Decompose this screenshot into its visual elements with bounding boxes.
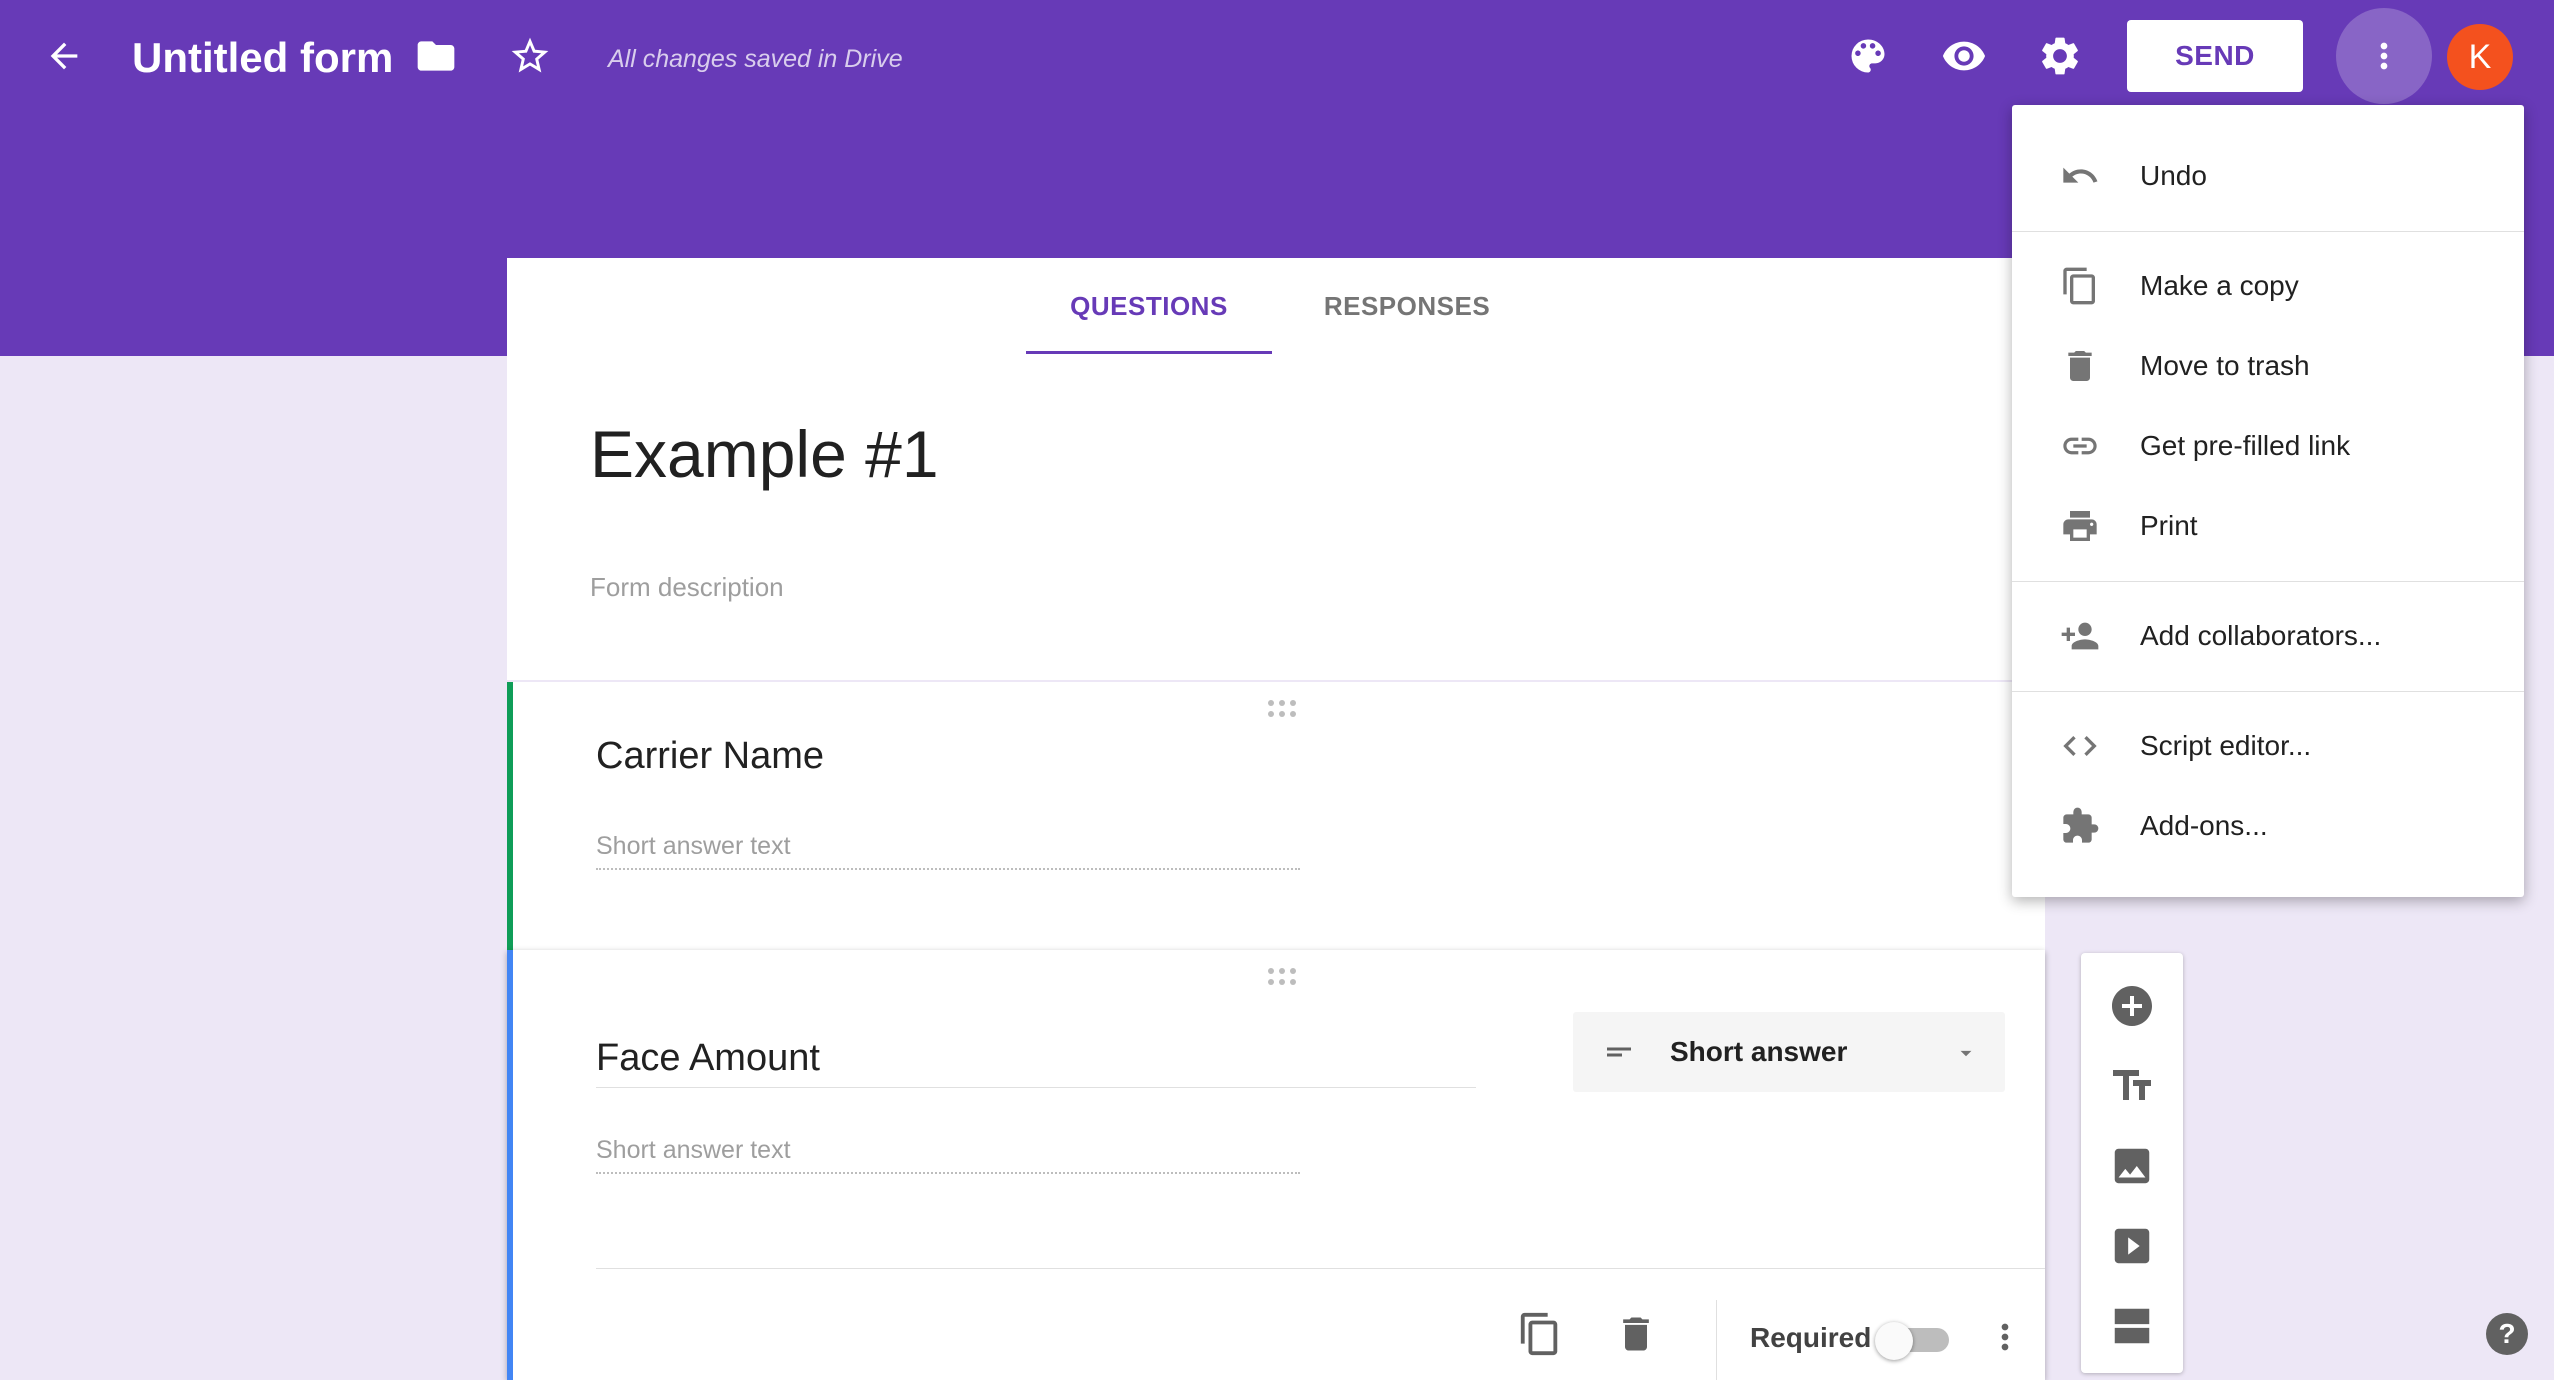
add-title-button[interactable]	[2104, 1058, 2160, 1114]
question-title-underline	[596, 1087, 1476, 1088]
question-more-button[interactable]	[1983, 1312, 2027, 1362]
title-text-icon	[2113, 1070, 2151, 1100]
menu-item-label: Get pre-filled link	[2140, 430, 2351, 461]
question-card-carrier-name[interactable]: Carrier Name Short answer text	[507, 682, 2045, 950]
print-icon	[2063, 511, 2097, 541]
add-person-icon	[2061, 622, 2099, 650]
image-icon	[2114, 1148, 2150, 1184]
link-icon	[2063, 437, 2097, 455]
drag-handle[interactable]	[1268, 968, 1296, 985]
theme-button[interactable]	[1840, 28, 1896, 84]
tabs-bar: QUESTIONS RESPONSES	[507, 258, 2045, 355]
short-answer-placeholder: Short answer text	[596, 1134, 1300, 1174]
required-label: Required	[1750, 1322, 1872, 1353]
more-options-button[interactable]	[2336, 8, 2432, 104]
trash-icon	[1623, 1317, 1649, 1351]
short-answer-placeholder: Short answer text	[596, 830, 1300, 870]
question-type-select[interactable]: Short answer	[1573, 1012, 2005, 1092]
palette-icon	[1851, 39, 1885, 73]
star-icon	[511, 37, 549, 73]
chevron-down-icon	[1960, 1050, 1972, 1057]
question-footer-divider	[596, 1268, 2045, 1269]
video-icon	[2114, 1228, 2150, 1264]
form-header-card: Example #1 Form description	[507, 354, 2045, 680]
send-button[interactable]: SEND	[2127, 20, 2303, 92]
menu-divider	[2012, 231, 2524, 232]
menu-item-make-copy[interactable]: Make a copy	[2012, 247, 2524, 325]
section-icon	[2114, 1308, 2150, 1344]
preview-button[interactable]	[1936, 28, 1992, 84]
folder-icon	[417, 41, 455, 71]
folder-button[interactable]	[408, 28, 464, 84]
puzzle-icon	[2063, 807, 2099, 843]
menu-item-add-ons[interactable]: Add-ons...	[2012, 787, 2524, 865]
copy-icon	[1520, 1312, 1558, 1356]
add-section-button[interactable]	[2104, 1298, 2160, 1354]
delete-button[interactable]	[1608, 1306, 1664, 1362]
code-icon	[2063, 736, 2097, 756]
menu-item-move-to-trash[interactable]: Move to trash	[2012, 327, 2524, 405]
question-title-input[interactable]: Face Amount	[596, 1034, 820, 1082]
settings-button[interactable]	[2032, 28, 2088, 84]
menu-item-label: Print	[2140, 510, 2198, 541]
save-status: All changes saved in Drive	[608, 45, 903, 73]
tab-responses[interactable]: RESPONSES	[1297, 258, 1517, 354]
short-text-icon	[1607, 1047, 1631, 1057]
menu-divider	[2012, 581, 2524, 582]
form-title[interactable]: Example #1	[590, 414, 939, 494]
copy-icon	[2063, 267, 2095, 305]
trash-icon	[2068, 351, 2092, 381]
add-video-button[interactable]	[2104, 1218, 2160, 1274]
more-vert-icon	[2001, 1323, 2009, 1351]
duplicate-button[interactable]	[1512, 1306, 1568, 1362]
avatar[interactable]: K	[2447, 24, 2513, 90]
question-card-face-amount[interactable]: Face Amount Short answer Short answer te…	[507, 950, 2045, 1380]
form-name[interactable]: Untitled form	[132, 28, 393, 88]
toggle-thumb	[1875, 1322, 1913, 1360]
menu-item-add-collaborators[interactable]: Add collaborators...	[2012, 597, 2524, 675]
menu-item-undo[interactable]: Undo	[2012, 137, 2524, 215]
back-arrow-icon	[50, 42, 78, 70]
more-options-menu: Undo Make a copy Move to trash Get pre-f…	[2012, 105, 2524, 897]
question-type-label: Short answer	[1670, 1036, 1848, 1067]
more-vert-icon	[2380, 42, 2388, 70]
menu-item-label: Move to trash	[2140, 350, 2310, 381]
menu-divider	[2012, 691, 2524, 692]
eye-icon	[1942, 41, 1986, 71]
menu-item-label: Add collaborators...	[2140, 620, 2382, 651]
add-question-icon	[2112, 986, 2152, 1026]
question-title[interactable]: Carrier Name	[596, 732, 824, 780]
menu-item-print[interactable]: Print	[2012, 487, 2524, 565]
help-button[interactable]: ?	[2486, 1313, 2528, 1355]
gear-icon	[2042, 37, 2078, 75]
form-description-input[interactable]: Form description	[590, 570, 784, 604]
star-button[interactable]	[502, 28, 558, 84]
menu-item-label: Add-ons...	[2140, 810, 2268, 841]
menu-item-label: Script editor...	[2140, 730, 2312, 761]
undo-icon	[2063, 167, 2098, 183]
required-toggle[interactable]	[1875, 1322, 1957, 1360]
menu-item-label: Undo	[2140, 160, 2207, 191]
back-button[interactable]	[36, 28, 92, 84]
menu-item-prefilled-link[interactable]: Get pre-filled link	[2012, 407, 2524, 485]
add-image-button[interactable]	[2104, 1138, 2160, 1194]
menu-item-label: Make a copy	[2140, 270, 2299, 301]
footer-separator	[1716, 1300, 1717, 1380]
tab-questions[interactable]: QUESTIONS	[1026, 258, 1272, 355]
side-toolbar	[2081, 953, 2183, 1373]
drag-handle[interactable]	[1268, 700, 1296, 717]
menu-item-script-editor[interactable]: Script editor...	[2012, 707, 2524, 785]
add-question-button[interactable]	[2104, 978, 2160, 1034]
